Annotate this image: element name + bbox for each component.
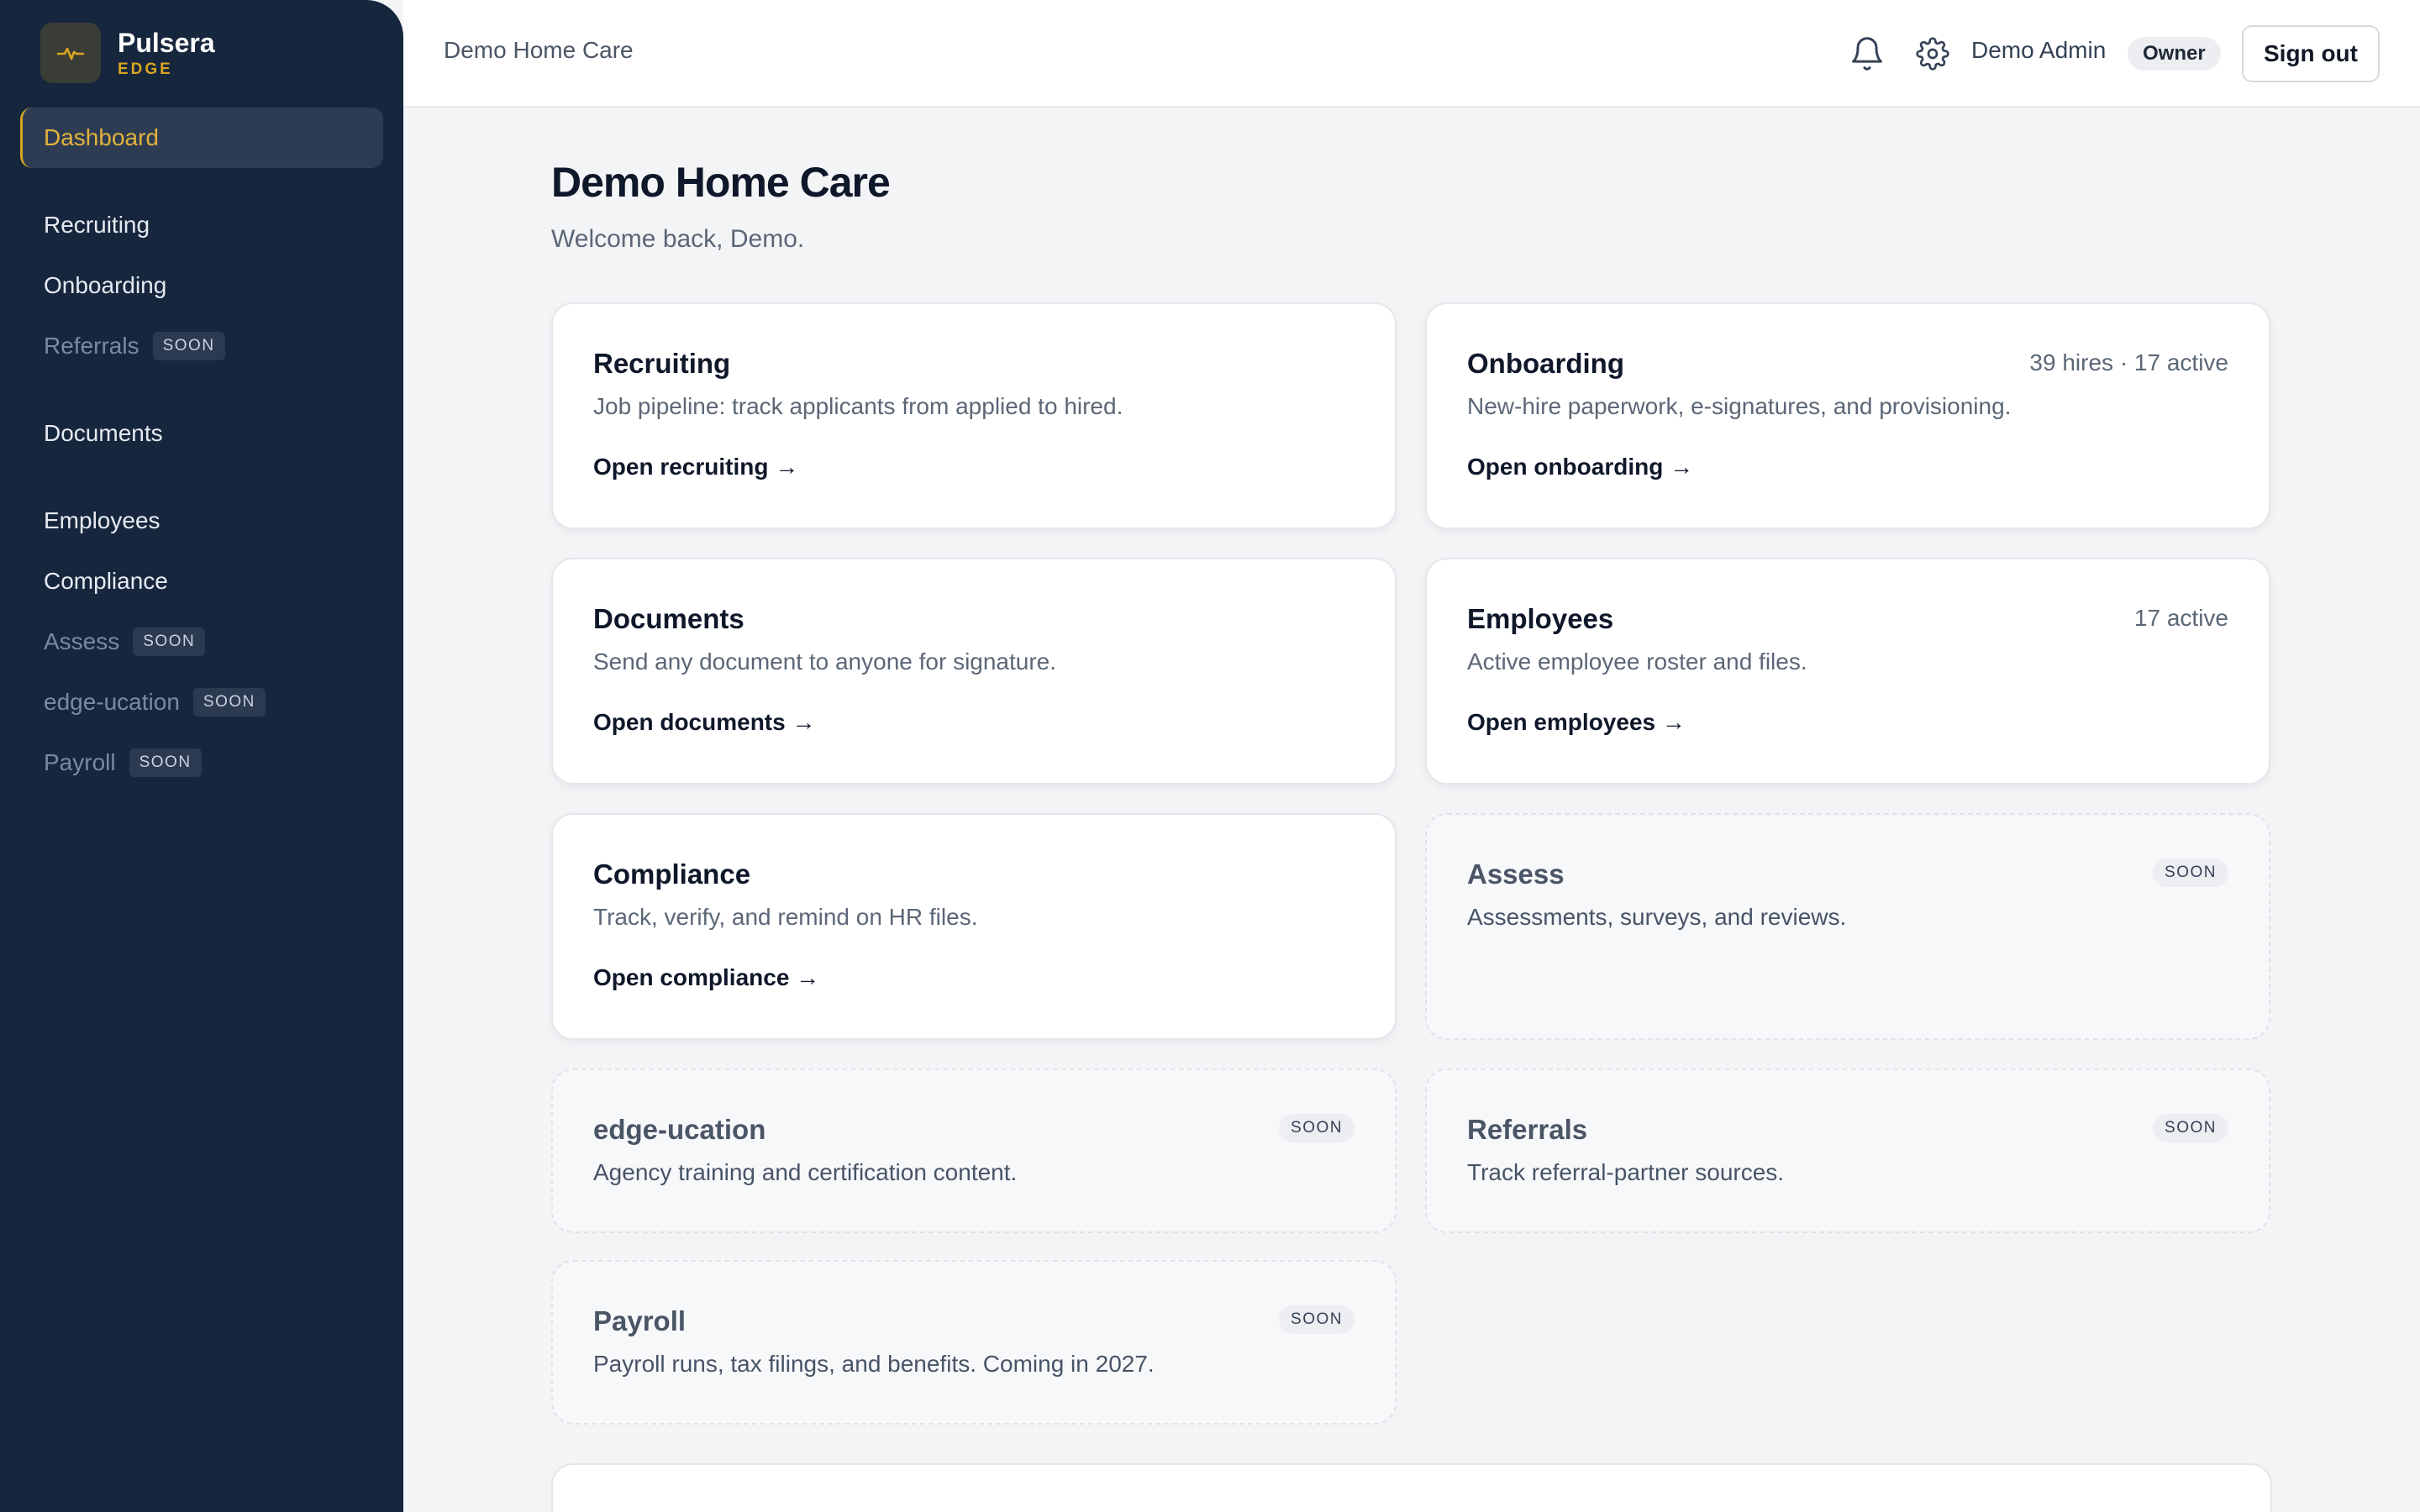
sidebar: Pulsera EDGE Dashboard Recruiting Onboar… (0, 0, 403, 1512)
pulse-icon (40, 23, 101, 83)
user-name[interactable]: Demo Admin (1971, 37, 2106, 64)
top-bar: Demo Home Care Demo Admin Owner Sign out (403, 0, 2420, 108)
sidebar-item-compliance[interactable]: Compliance (44, 561, 168, 601)
card-description: Job pipeline: track applicants from appl… (593, 393, 1123, 419)
sidebar-item-label: Documents (44, 420, 163, 446)
soon-badge: SOON (152, 332, 225, 360)
brand-subtitle: EDGE (118, 60, 173, 78)
card-description: Track, verify, and remind on HR files. (593, 904, 978, 930)
card-assess: Assess SOON Assessments, surveys, and re… (1425, 813, 2270, 1040)
card-title: Assess (1467, 858, 1565, 890)
open-employees-link[interactable]: Open employees → (1467, 709, 1686, 736)
open-documents-link[interactable]: Open documents → (593, 709, 815, 736)
role-badge: Owner (2128, 37, 2221, 71)
card-documents[interactable]: Documents Send any document to anyone fo… (551, 558, 1397, 785)
sidebar-item-label: Referrals (44, 333, 139, 359)
sidebar-item-referrals[interactable]: Referrals SOON (44, 326, 225, 366)
card-compliance[interactable]: Compliance Track, verify, and remind on … (551, 813, 1397, 1040)
gear-icon[interactable] (1916, 37, 1949, 71)
card-description: Active employee roster and files. (1467, 648, 1807, 675)
card-description: Send any document to anyone for signatur… (593, 648, 1057, 675)
open-recruiting-link[interactable]: Open recruiting → (593, 454, 798, 480)
card-employees[interactable]: Employees 17 active Active employee rost… (1425, 558, 2270, 785)
card-edge-ucation: edge-ucation SOON Agency training and ce… (551, 1068, 1397, 1233)
card-stats: 39 hires · 17 active (2029, 349, 2228, 375)
sidebar-item-documents[interactable]: Documents (44, 413, 163, 454)
brand[interactable]: Pulsera EDGE (40, 23, 215, 83)
sidebar-item-label: Dashboard (44, 124, 159, 150)
bottom-panel (551, 1463, 2272, 1512)
sidebar-item-label: Compliance (44, 568, 168, 594)
open-onboarding-link[interactable]: Open onboarding → (1467, 454, 1693, 480)
sidebar-item-assess[interactable]: Assess SOON (44, 622, 206, 662)
soon-badge: SOON (129, 748, 202, 777)
soon-badge: SOON (1279, 1305, 1355, 1334)
card-title: Documents (593, 603, 744, 634)
card-description: Track referral-partner sources. (1467, 1159, 1785, 1185)
card-payroll: Payroll SOON Payroll runs, tax filings, … (551, 1260, 1397, 1425)
soon-badge: SOON (192, 688, 266, 717)
card-title: Referrals (1467, 1114, 1588, 1145)
sidebar-item-label: Assess (44, 628, 120, 654)
bell-icon[interactable] (1849, 35, 1886, 72)
page-title: Demo Home Care (551, 159, 891, 206)
card-title: Recruiting (593, 348, 731, 379)
card-title: Employees (1467, 603, 1614, 634)
sidebar-item-label: Onboarding (44, 272, 167, 298)
soon-badge: SOON (2153, 1114, 2228, 1142)
card-description: New-hire paperwork, e-signatures, and pr… (1467, 393, 2012, 419)
card-title: edge-ucation (593, 1114, 766, 1145)
open-compliance-link[interactable]: Open compliance → (593, 964, 819, 991)
card-title: Payroll (593, 1305, 687, 1336)
soon-badge: SOON (133, 627, 206, 656)
sidebar-item-label: Recruiting (44, 212, 150, 238)
card-stats: 17 active (2133, 605, 2228, 631)
sidebar-item-onboarding[interactable]: Onboarding (44, 265, 166, 306)
sidebar-item-recruiting[interactable]: Recruiting (44, 205, 150, 245)
card-referrals: Referrals SOON Track referral-partner so… (1425, 1068, 2270, 1233)
card-description: Assessments, surveys, and reviews. (1467, 904, 1847, 930)
card-recruiting[interactable]: Recruiting Job pipeline: track applicant… (551, 302, 1397, 529)
sidebar-item-label: edge-ucation (44, 689, 180, 715)
sidebar-item-edge-ucation[interactable]: edge-ucation SOON (44, 682, 266, 722)
sign-out-button[interactable]: Sign out (2242, 25, 2380, 82)
card-onboarding[interactable]: Onboarding 39 hires · 17 active New-hire… (1425, 302, 2270, 529)
card-description: Agency training and certification conten… (593, 1159, 1018, 1185)
sidebar-item-dashboard[interactable]: Dashboard (20, 108, 383, 168)
sidebar-item-employees[interactable]: Employees (44, 501, 160, 541)
sidebar-item-label: Employees (44, 507, 160, 533)
soon-badge: SOON (1279, 1114, 1355, 1142)
sidebar-item-payroll[interactable]: Payroll SOON (44, 743, 202, 783)
welcome-message: Welcome back, Demo. (551, 225, 805, 253)
soon-badge: SOON (2153, 858, 2228, 887)
sidebar-item-label: Payroll (44, 749, 116, 775)
brand-name: Pulsera (118, 28, 215, 58)
card-title: Compliance (593, 858, 751, 890)
card-title: Onboarding (1467, 348, 1624, 379)
card-description: Payroll runs, tax filings, and benefits.… (593, 1351, 1155, 1377)
org-name: Demo Home Care (444, 37, 634, 63)
